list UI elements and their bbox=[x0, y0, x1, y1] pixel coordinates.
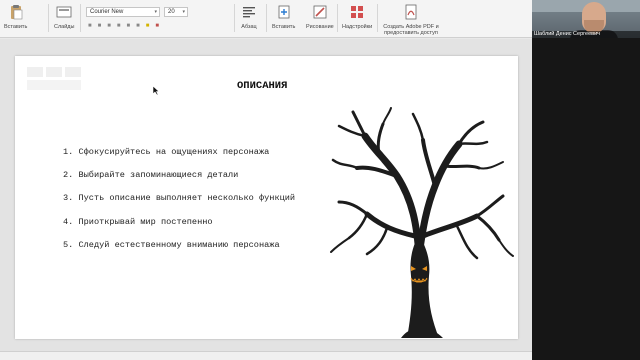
company-logo bbox=[27, 67, 81, 90]
slides-icon bbox=[56, 6, 72, 18]
subscript-icon[interactable]: ■ bbox=[127, 23, 131, 29]
list-item: 2. Выбирайте запоминающиеся детали bbox=[63, 170, 239, 181]
spooky-tree-image[interactable] bbox=[327, 106, 517, 338]
status-bar bbox=[0, 351, 532, 360]
paragraph-icon bbox=[243, 7, 255, 18]
paragraph-button[interactable]: Абзац bbox=[241, 4, 257, 30]
list-item: 1. Сфокусируйтесь на ощущениях персонажа bbox=[63, 147, 270, 157]
powerpoint-window: Вставить Слайды Courier New ▾ 20 ▾ ■ ■ ■… bbox=[0, 0, 532, 360]
paste-icon bbox=[10, 5, 22, 20]
participant-name: Шаблий Денис Сергеевич bbox=[532, 31, 640, 38]
ribbon-separator bbox=[48, 4, 49, 32]
ribbon-separator bbox=[234, 4, 235, 32]
font-color-icon[interactable]: ■ bbox=[155, 23, 159, 29]
italic-icon[interactable]: ■ bbox=[98, 23, 102, 29]
bullet-list[interactable]: 1. Сфокусируйтесь на ощущениях персонажа… bbox=[63, 146, 295, 262]
font-family-select[interactable]: Courier New ▾ bbox=[86, 7, 160, 17]
drawing-icon bbox=[313, 5, 327, 19]
participant-video-tile[interactable]: Шаблий Денис Сергеевич bbox=[532, 0, 640, 38]
slide-editor-canvas: ОПИСАНИЯ 1. Сфокусируйтесь на ощущениях … bbox=[0, 39, 532, 351]
superscript-icon[interactable]: ■ bbox=[136, 23, 140, 29]
slide[interactable]: ОПИСАНИЯ 1. Сфокусируйтесь на ощущениях … bbox=[15, 56, 518, 339]
strikethrough-icon[interactable]: ■ bbox=[117, 23, 121, 29]
bold-icon[interactable]: ■ bbox=[88, 23, 92, 29]
ribbon-separator bbox=[337, 4, 338, 32]
paste-button[interactable]: Вставить bbox=[4, 4, 27, 30]
ribbon: Вставить Слайды Courier New ▾ 20 ▾ ■ ■ ■… bbox=[0, 0, 532, 38]
video-call-panel: Шаблий Денис Сергеевич bbox=[532, 0, 640, 360]
drawing-button[interactable]: Рисование bbox=[306, 4, 334, 30]
addins-button[interactable]: Надстройки bbox=[342, 4, 372, 30]
ribbon-separator bbox=[377, 4, 378, 32]
slides-button[interactable]: Слайды bbox=[54, 4, 74, 30]
insert-icon bbox=[278, 5, 290, 19]
underline-icon[interactable]: ■ bbox=[107, 23, 111, 29]
text-format-row: ■ ■ ■ ■ ■ ■ ■ ■ bbox=[88, 23, 159, 29]
adobe-pdf-icon bbox=[405, 4, 417, 20]
chevron-down-icon: ▾ bbox=[154, 9, 157, 15]
adobe-pdf-button[interactable]: Создать Adobe PDF и предоставить доступ bbox=[382, 4, 440, 36]
font-size-select[interactable]: 20 ▾ bbox=[164, 7, 188, 17]
mouse-cursor-icon bbox=[152, 85, 160, 96]
addins-icon bbox=[351, 6, 364, 18]
list-item: 3. Пусть описание выполняет несколько фу… bbox=[63, 193, 296, 204]
insert-button[interactable]: Вставить bbox=[272, 4, 295, 30]
list-item: 4. Приоткрывай мир постепенно bbox=[63, 216, 213, 227]
ribbon-separator bbox=[266, 4, 267, 32]
list-item: 5. Следуй естественному вниманию персона… bbox=[63, 239, 280, 250]
text-highlight-icon[interactable]: ■ bbox=[146, 23, 150, 29]
slide-title[interactable]: ОПИСАНИЯ bbox=[237, 80, 287, 92]
ribbon-separator bbox=[80, 4, 81, 32]
chevron-down-icon: ▾ bbox=[182, 9, 185, 15]
